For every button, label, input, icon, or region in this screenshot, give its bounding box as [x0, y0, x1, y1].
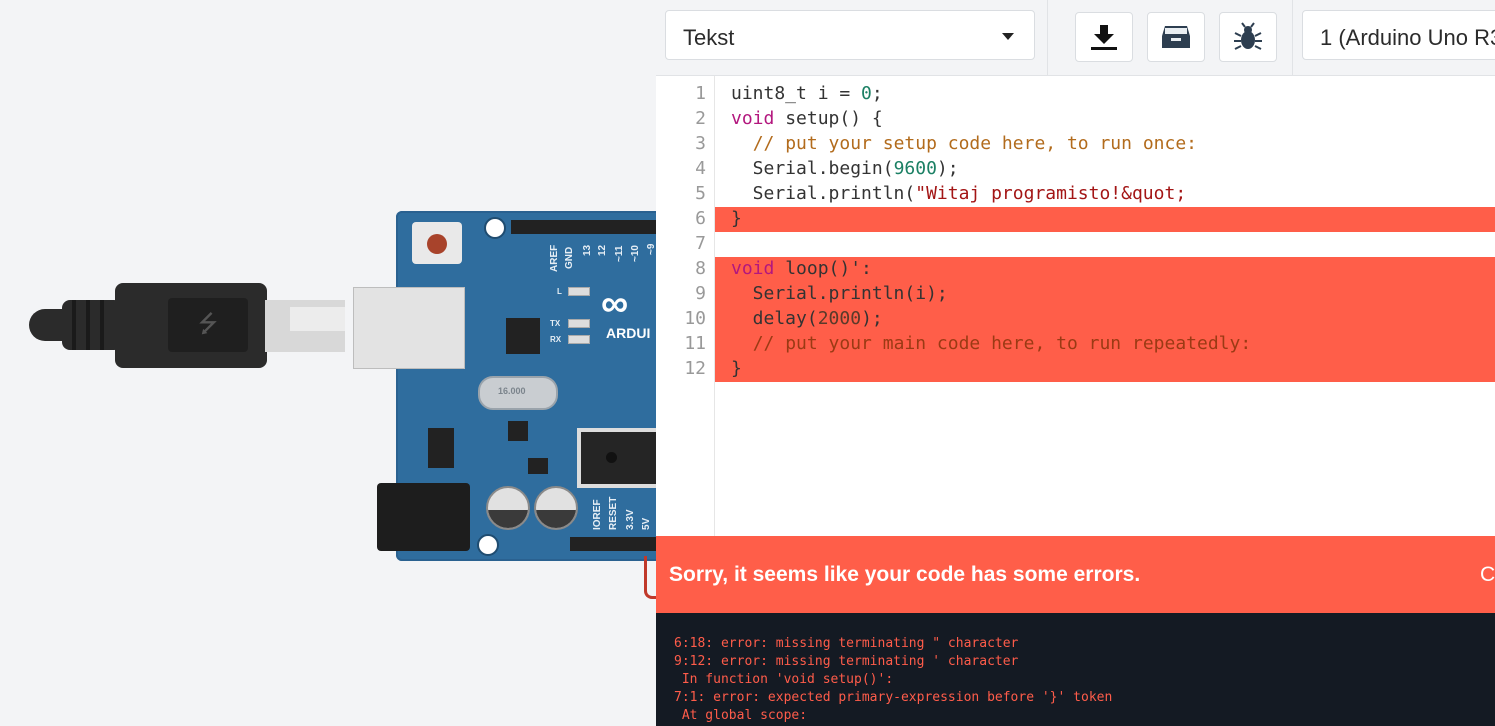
- crystal-oscillator: 16.000: [478, 376, 558, 410]
- download-button[interactable]: [1075, 12, 1133, 62]
- led-indicator: [568, 287, 590, 296]
- code-line[interactable]: Serial.println(i);: [731, 283, 948, 304]
- console-line: 7:1: error: expected primary-expression …: [674, 690, 1113, 705]
- usb-chip: [506, 318, 540, 354]
- bug-icon: [1234, 22, 1262, 50]
- line-number: 4: [695, 158, 706, 179]
- device-select[interactable]: 1 (Arduino Uno R3): [1302, 10, 1495, 60]
- code-line[interactable]: }: [731, 208, 742, 229]
- code-line[interactable]: // put your main code here, to run repea…: [731, 333, 1252, 354]
- usb-connector-inner: [290, 307, 345, 331]
- toolbar-divider: [1047, 0, 1048, 75]
- device-label: 1 (Arduino Uno R3): [1320, 25, 1495, 50]
- line-number: 6: [695, 208, 706, 229]
- voltage-regulator: [428, 428, 454, 468]
- usb-ridge: [100, 300, 104, 350]
- pin-label: 3.3V: [625, 509, 636, 530]
- usb-ridge: [72, 300, 76, 350]
- code-mode-label: Tekst: [683, 25, 735, 50]
- code-line[interactable]: void setup() {: [731, 108, 883, 129]
- line-number: 1: [695, 83, 706, 104]
- small-chip: [528, 458, 548, 474]
- usb-icon: ⭍: [168, 298, 248, 352]
- usb-port: [353, 287, 465, 369]
- line-number: 10: [684, 308, 706, 329]
- error-highlight: [715, 207, 1495, 232]
- line-number: 9: [695, 283, 706, 304]
- led-label: L: [557, 287, 562, 296]
- line-number: 12: [684, 358, 706, 379]
- pin-label: ~9: [646, 243, 656, 255]
- led-indicator: [568, 319, 590, 328]
- error-title: Sorry, it seems like your code has some …: [669, 563, 1141, 586]
- code-line[interactable]: delay(2000);: [731, 308, 883, 329]
- digital-header: [511, 220, 656, 234]
- code-editor[interactable]: 1 2 3 4 5 6 7 8 9 10 11 12 uint8_t i = 0…: [656, 76, 1495, 536]
- debugger-button[interactable]: [1219, 12, 1277, 62]
- pin-label: AREF: [549, 244, 560, 272]
- close-errors-button[interactable]: C: [1480, 563, 1495, 587]
- arduino-brand: ARDUI: [606, 325, 651, 341]
- console-line: 9:12: error: missing terminating ' chara…: [674, 654, 1019, 669]
- chevron-down-icon: [1002, 33, 1014, 40]
- pin-label: GND: [564, 246, 575, 269]
- error-console[interactable]: 6:18: error: missing terminating " chara…: [656, 613, 1495, 726]
- code-line[interactable]: // put your setup code here, to run once…: [731, 133, 1197, 154]
- usb-plug-grip: [62, 300, 122, 350]
- led-label: RX: [550, 335, 562, 344]
- line-number-gutter: 1 2 3 4 5 6 7 8 9 10 11 12: [656, 76, 715, 536]
- line-number: 8: [695, 258, 706, 279]
- pin-label: RESET: [608, 496, 619, 530]
- power-header: [570, 537, 656, 551]
- console-line: At global scope:: [674, 708, 808, 723]
- pin-label: ~11: [614, 245, 625, 262]
- reset-button-cap: [427, 234, 447, 254]
- code-mode-select[interactable]: Tekst: [665, 10, 1035, 60]
- console-line: 6:18: error: missing terminating " chara…: [674, 636, 1019, 651]
- line-number: 5: [695, 183, 706, 204]
- pin-label: 12: [597, 244, 608, 256]
- toolbar-divider: [1292, 0, 1293, 75]
- code-line[interactable]: void loop()':: [731, 258, 872, 279]
- usb-ridge: [86, 300, 90, 350]
- led-indicator: [568, 335, 590, 344]
- mounting-hole: [484, 217, 506, 239]
- archive-icon: [1162, 26, 1190, 48]
- small-chip: [508, 421, 528, 441]
- circuit-canvas[interactable]: ⭍ AREF GND 13 12 ~11 ~10 ~9 L TX RX ∞ AR…: [0, 0, 656, 726]
- led-label: TX: [550, 319, 561, 328]
- pin-label: 13: [582, 244, 593, 256]
- error-banner: Sorry, it seems like your code has some …: [656, 536, 1495, 613]
- download-icon: [1091, 25, 1117, 50]
- pin-label: IOREF: [592, 499, 603, 530]
- capacitor: [486, 486, 530, 530]
- code-line[interactable]: Serial.println("Witaj programisto!&quot;: [731, 183, 1187, 204]
- pin-label: ~10: [630, 245, 641, 262]
- chip-notch: [606, 452, 617, 463]
- code-line[interactable]: uint8_t i = 0;: [731, 83, 883, 104]
- line-number: 11: [684, 333, 706, 354]
- mounting-hole: [477, 534, 499, 556]
- line-number: 2: [695, 108, 706, 129]
- library-button[interactable]: [1147, 12, 1205, 62]
- pin-label: 5V: [641, 517, 652, 530]
- power-jack: [377, 483, 470, 551]
- code-line[interactable]: }: [731, 358, 742, 379]
- line-number: 7: [695, 233, 706, 254]
- red-wire[interactable]: [644, 556, 656, 599]
- console-line: In function 'void setup()':: [674, 672, 894, 687]
- arduino-logo: ∞: [601, 283, 628, 325]
- line-number: 3: [695, 133, 706, 154]
- crystal-label: 16.000: [498, 386, 526, 396]
- code-line[interactable]: Serial.begin(9600);: [731, 158, 959, 179]
- capacitor: [534, 486, 578, 530]
